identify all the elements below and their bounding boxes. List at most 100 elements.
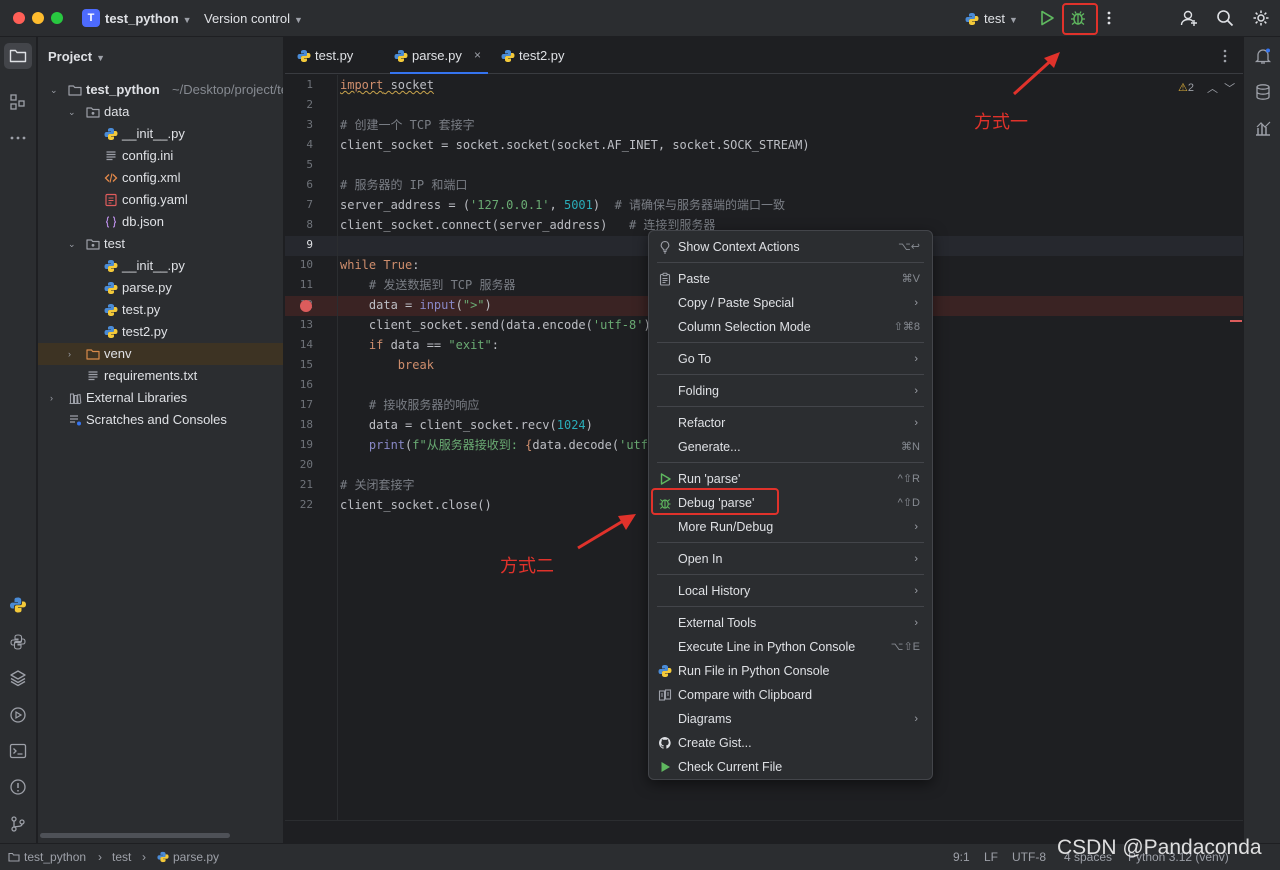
line-number[interactable]: 3: [285, 115, 313, 135]
chevron-right-icon[interactable]: ›: [68, 343, 78, 365]
problems-icon[interactable]: [9, 778, 27, 796]
sciview-icon[interactable]: [1254, 119, 1272, 137]
tree-item[interactable]: requirements.txt: [38, 365, 283, 387]
more-actions-icon[interactable]: [1100, 9, 1118, 27]
more-tools-icon[interactable]: [9, 129, 27, 147]
debug-icon[interactable]: [1069, 9, 1087, 27]
file-encoding[interactable]: UTF-8: [1012, 850, 1046, 864]
tabs-menu-icon[interactable]: [1219, 48, 1231, 64]
menu-item-refactor[interactable]: Refactor ›: [653, 411, 928, 435]
line-separator[interactable]: LF: [984, 850, 998, 864]
line-number[interactable]: 10: [285, 255, 313, 275]
menu-item-show-context-actions[interactable]: Show Context Actions ⌥↩: [653, 235, 928, 259]
menu-item-execute-line-in-python-console[interactable]: Execute Line in Python Console ⌥⇧E: [653, 635, 928, 659]
close-window-button[interactable]: [13, 12, 25, 24]
menu-item-check-current-file[interactable]: Check Current File: [653, 755, 928, 779]
line-number[interactable]: 9: [285, 235, 313, 255]
line-number[interactable]: 19: [285, 435, 313, 455]
notifications-icon[interactable]: [1254, 47, 1272, 65]
line-number[interactable]: 21: [285, 475, 313, 495]
chevron-down-icon[interactable]: ⌄: [68, 101, 78, 123]
tree-item[interactable]: ⌄ test_python ~/Desktop/project/tes: [38, 79, 283, 101]
menu-item-more-run-debug[interactable]: More Run/Debug ›: [653, 515, 928, 539]
line-number[interactable]: 15: [285, 355, 313, 375]
warnings-indicator[interactable]: ⚠2: [1178, 81, 1194, 94]
database-icon[interactable]: [1254, 83, 1272, 101]
line-number[interactable]: 5: [285, 155, 313, 175]
breakpoint-icon[interactable]: [300, 300, 312, 312]
services-icon[interactable]: [9, 706, 27, 724]
line-number[interactable]: 18: [285, 415, 313, 435]
menu-item-open-in[interactable]: Open In ›: [653, 547, 928, 571]
run-configuration-selector[interactable]: test ▼: [965, 11, 1018, 26]
tree-item[interactable]: parse.py: [38, 277, 283, 299]
menu-item-go-to[interactable]: Go To ›: [653, 347, 928, 371]
tree-item[interactable]: test.py: [38, 299, 283, 321]
tree-item[interactable]: ⌄ test: [38, 233, 283, 255]
line-number[interactable]: 14: [285, 335, 313, 355]
minimize-window-button[interactable]: [32, 12, 44, 24]
gear-icon[interactable]: [1252, 9, 1270, 27]
run-icon[interactable]: [1038, 9, 1056, 27]
line-number[interactable]: 7: [285, 195, 313, 215]
menu-item-copy-paste-special[interactable]: Copy / Paste Special ›: [653, 291, 928, 315]
tree-item[interactable]: __init__.py: [38, 255, 283, 277]
horizontal-scrollbar[interactable]: [40, 833, 230, 838]
line-number[interactable]: 6: [285, 175, 313, 195]
menu-item-folding[interactable]: Folding ›: [653, 379, 928, 403]
tree-item[interactable]: ⌄ data: [38, 101, 283, 123]
prev-next-highlight[interactable]: ︿ ﹀: [1207, 80, 1235, 96]
tree-item[interactable]: __init__.py: [38, 123, 283, 145]
python-console-icon[interactable]: [9, 633, 27, 651]
project-panel-header[interactable]: Project ▼: [48, 49, 105, 64]
tree-item[interactable]: › External Libraries: [38, 387, 283, 409]
tab-test-py[interactable]: test.py: [297, 37, 377, 74]
python-packages-icon[interactable]: [9, 596, 27, 614]
line-number[interactable]: 4: [285, 135, 313, 155]
line-number[interactable]: 16: [285, 375, 313, 395]
project-folder-icon[interactable]: [9, 47, 27, 65]
line-number[interactable]: 2: [285, 95, 313, 115]
tab-parse-py[interactable]: parse.py ×: [390, 37, 488, 74]
menu-item-create-gist[interactable]: Create Gist...: [653, 731, 928, 755]
breadcrumb-file[interactable]: parse.py: [157, 850, 219, 864]
project-switcher[interactable]: test_python ▼: [105, 11, 192, 26]
line-number[interactable]: 13: [285, 315, 313, 335]
tree-item[interactable]: config.ini: [38, 145, 283, 167]
tree-item[interactable]: Scratches and Consoles: [38, 409, 283, 431]
project-badge[interactable]: T: [82, 9, 100, 27]
tree-item[interactable]: › venv: [38, 343, 283, 365]
tree-item[interactable]: db.json: [38, 211, 283, 233]
layers-icon[interactable]: [9, 669, 27, 687]
git-icon[interactable]: [9, 815, 27, 833]
tree-item[interactable]: config.yaml: [38, 189, 283, 211]
menu-item-column-selection-mode[interactable]: Column Selection Mode ⇧⌘8: [653, 315, 928, 339]
line-number[interactable]: 11: [285, 275, 313, 295]
menu-item-local-history[interactable]: Local History ›: [653, 579, 928, 603]
line-number[interactable]: 17: [285, 395, 313, 415]
terminal-icon[interactable]: [9, 742, 27, 760]
zoom-window-button[interactable]: [51, 12, 63, 24]
breadcrumb-project[interactable]: test_python: [8, 850, 86, 864]
menu-item-external-tools[interactable]: External Tools ›: [653, 611, 928, 635]
menu-item-compare-with-clipboard[interactable]: Compare with Clipboard: [653, 683, 928, 707]
add-user-icon[interactable]: [1180, 9, 1198, 27]
line-number[interactable]: 22: [285, 495, 313, 515]
chevron-right-icon[interactable]: ›: [50, 387, 60, 409]
close-tab-icon[interactable]: ×: [474, 37, 481, 74]
menu-item-generate[interactable]: Generate... ⌘N: [653, 435, 928, 459]
line-number[interactable]: 20: [285, 455, 313, 475]
error-stripe-mark[interactable]: [1230, 320, 1242, 322]
chevron-down-icon[interactable]: ⌄: [50, 79, 60, 101]
structure-icon[interactable]: [9, 93, 27, 111]
menu-item-run-file-in-python-console[interactable]: Run File in Python Console: [653, 659, 928, 683]
line-number[interactable]: 8: [285, 215, 313, 235]
line-number[interactable]: 1: [285, 75, 313, 95]
menu-item-paste[interactable]: Paste ⌘V: [653, 267, 928, 291]
search-icon[interactable]: [1216, 9, 1234, 27]
menu-item-diagrams[interactable]: Diagrams ›: [653, 707, 928, 731]
breadcrumb-folder[interactable]: test: [112, 850, 131, 864]
chevron-down-icon[interactable]: ⌄: [68, 233, 78, 255]
version-control-menu[interactable]: Version control ▼: [204, 11, 303, 26]
tree-item[interactable]: test2.py: [38, 321, 283, 343]
